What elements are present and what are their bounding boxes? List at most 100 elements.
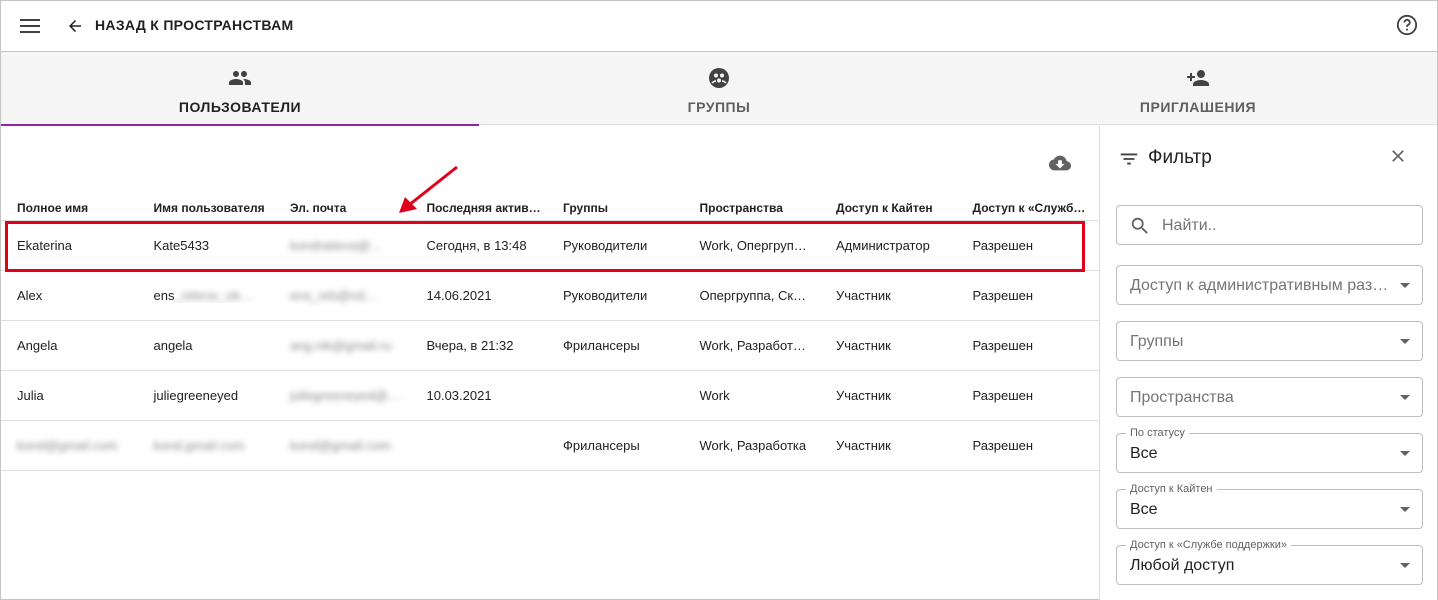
table-cell: Администратор xyxy=(836,238,930,253)
search-input[interactable]: Найти.. xyxy=(1116,205,1423,245)
table-cell: Разрешен xyxy=(972,388,1034,403)
table-cell: Разрешен xyxy=(972,288,1034,303)
table-cell: Work xyxy=(699,388,730,403)
support-access-select[interactable]: Доступ к «Службе поддержки» Любой доступ xyxy=(1116,539,1423,585)
chevron-down-icon xyxy=(1400,339,1410,344)
chevron-down-icon xyxy=(1400,395,1410,400)
table-cell: Вчера, в 21:32 xyxy=(426,338,514,353)
table-cell: kondratieva@… xyxy=(290,238,384,253)
users-table-area: Полное имя Имя пользователя Эл. почта По… xyxy=(1,126,1099,600)
filter-panel: Фильтр Найти.. Доступ к административным… xyxy=(1099,126,1437,600)
table-header: Полное имя Имя пользователя Эл. почта По… xyxy=(1,195,1099,221)
column-header[interactable]: Последняя актив… xyxy=(411,201,548,215)
status-label: По статусу xyxy=(1126,427,1189,439)
column-header[interactable]: Доступ к «Служб… xyxy=(957,201,1094,215)
table-cell: Разрешен xyxy=(972,438,1034,453)
table-row[interactable]: Alex ens_rebrov_ob… ens_reb@nd… 14.06.20… xyxy=(1,271,1099,321)
table-cell: ens_rebrov_ob… xyxy=(138,288,275,303)
table-cell: Участник xyxy=(836,338,891,353)
groups-icon xyxy=(706,65,732,91)
table-cell: 14.06.2021 xyxy=(426,288,492,303)
tab-invitations-label: ПРИГЛАШЕНИЯ xyxy=(1139,99,1257,115)
table-cell: 10.03.2021 xyxy=(426,388,492,403)
table-row[interactable]: Julia juliegreeneyed juliegreeneyed@… 10… xyxy=(1,371,1099,421)
spaces-select[interactable]: Пространства xyxy=(1116,377,1423,417)
admin-access-select[interactable]: Доступ к административным раз… xyxy=(1116,265,1423,305)
table-row[interactable]: kond@gmail.com kond.gmail.com kond@gmail… xyxy=(1,421,1099,471)
status-select[interactable]: По статусу Все xyxy=(1116,427,1423,473)
table-cell: Руководители xyxy=(563,238,648,253)
kaiten-access-select[interactable]: Доступ к Кайтен Все xyxy=(1116,483,1423,529)
chevron-down-icon xyxy=(1400,563,1410,568)
cloud-download-icon[interactable] xyxy=(1049,152,1073,176)
column-header[interactable]: Имя пользователя xyxy=(138,201,275,215)
filter-title: Фильтр xyxy=(1148,147,1212,168)
column-header[interactable]: Полное имя xyxy=(1,201,138,215)
tab-invitations[interactable]: ПРИГЛАШЕНИЯ xyxy=(959,52,1437,125)
arrow-back-icon[interactable] xyxy=(61,11,89,41)
tab-users-label: ПОЛЬЗОВАТЕЛИ xyxy=(178,99,302,115)
table-cell: Фрилансеры xyxy=(563,338,640,353)
table-cell: kond@gmail.com xyxy=(17,438,118,453)
table-cell: Руководители xyxy=(563,288,648,303)
admin-access-placeholder: Доступ к административным раз… xyxy=(1130,277,1389,294)
table-cell: ens_reb@nd… xyxy=(290,288,378,303)
column-header[interactable]: Пространства xyxy=(684,201,821,215)
column-header[interactable]: Группы xyxy=(547,201,684,215)
groups-select[interactable]: Группы xyxy=(1116,321,1423,361)
search-icon xyxy=(1129,215,1151,237)
table-cell: Kate5433 xyxy=(153,238,210,253)
table-cell: Разрешен xyxy=(972,238,1034,253)
table-cell: Фрилансеры xyxy=(563,438,640,453)
column-header[interactable]: Доступ к Кайтен xyxy=(820,201,957,215)
table-cell: juliegreeneyed@… xyxy=(290,388,401,403)
username-text: ens xyxy=(153,288,175,303)
kaiten-access-label: Доступ к Кайтен xyxy=(1126,483,1217,495)
table-row[interactable]: Ekaterina Kate5433 kondratieva@… Сегодня… xyxy=(1,221,1099,271)
tab-groups-label: ГРУППЫ xyxy=(687,99,751,115)
back-to-spaces-link[interactable]: НАЗАД К ПРОСТРАНСТВАМ xyxy=(95,17,293,33)
app-window: НАЗАД К ПРОСТРАНСТВАМ ПОЛЬЗОВАТЕЛИ ГРУПП… xyxy=(0,0,1438,600)
chevron-down-icon xyxy=(1400,507,1410,512)
table-cell: ang.nik@gmail.ru xyxy=(290,338,392,353)
help-icon[interactable] xyxy=(1393,11,1421,39)
table-cell: kond.gmail.com xyxy=(153,438,245,453)
users-table: Полное имя Имя пользователя Эл. почта По… xyxy=(1,195,1099,471)
tab-groups[interactable]: ГРУППЫ xyxy=(479,52,959,125)
table-cell: kond@gmail.com xyxy=(290,438,391,453)
table-cell: Work, Опергруп… xyxy=(699,238,807,253)
chevron-down-icon xyxy=(1400,451,1410,456)
people-icon xyxy=(227,65,253,91)
support-access-value: Любой доступ xyxy=(1130,557,1235,574)
table-cell: Участник xyxy=(836,288,891,303)
tab-users[interactable]: ПОЛЬЗОВАТЕЛИ xyxy=(1,52,479,126)
table-cell: Alex xyxy=(17,288,43,303)
tabs-bar: ПОЛЬЗОВАТЕЛИ ГРУППЫ ПРИГЛАШЕНИЯ xyxy=(1,51,1437,126)
table-cell: Angela xyxy=(17,338,58,353)
table-cell: Julia xyxy=(17,388,44,403)
chevron-down-icon xyxy=(1400,283,1410,288)
table-cell: Разрешен xyxy=(972,338,1034,353)
table-cell: Сегодня, в 13:48 xyxy=(426,238,527,253)
table-cell: Work, Разработка xyxy=(699,438,807,453)
kaiten-access-value: Все xyxy=(1130,501,1158,518)
menu-icon[interactable] xyxy=(15,11,45,41)
table-cell: juliegreeneyed xyxy=(153,388,239,403)
top-bar: НАЗАД К ПРОСТРАНСТВАМ xyxy=(1,1,1437,51)
column-header[interactable]: Эл. почта xyxy=(274,201,411,215)
table-cell: Участник xyxy=(836,438,891,453)
table-cell: Опергруппа, Ск… xyxy=(699,288,807,303)
spaces-placeholder: Пространства xyxy=(1130,389,1234,406)
table-cell: angela xyxy=(153,338,193,353)
support-access-label: Доступ к «Службе поддержки» xyxy=(1126,539,1292,551)
table-cell: Участник xyxy=(836,388,891,403)
close-icon[interactable] xyxy=(1388,146,1412,170)
search-placeholder: Найти.. xyxy=(1162,217,1217,234)
table-cell: Ekaterina xyxy=(17,238,72,253)
filter-list-icon xyxy=(1118,148,1142,172)
status-value: Все xyxy=(1130,445,1158,462)
groups-placeholder: Группы xyxy=(1130,333,1184,350)
table-cell: Work, Разработ… xyxy=(699,338,806,353)
table-row[interactable]: Angela angela ang.nik@gmail.ru Вчера, в … xyxy=(1,321,1099,371)
person-add-icon xyxy=(1185,65,1211,91)
